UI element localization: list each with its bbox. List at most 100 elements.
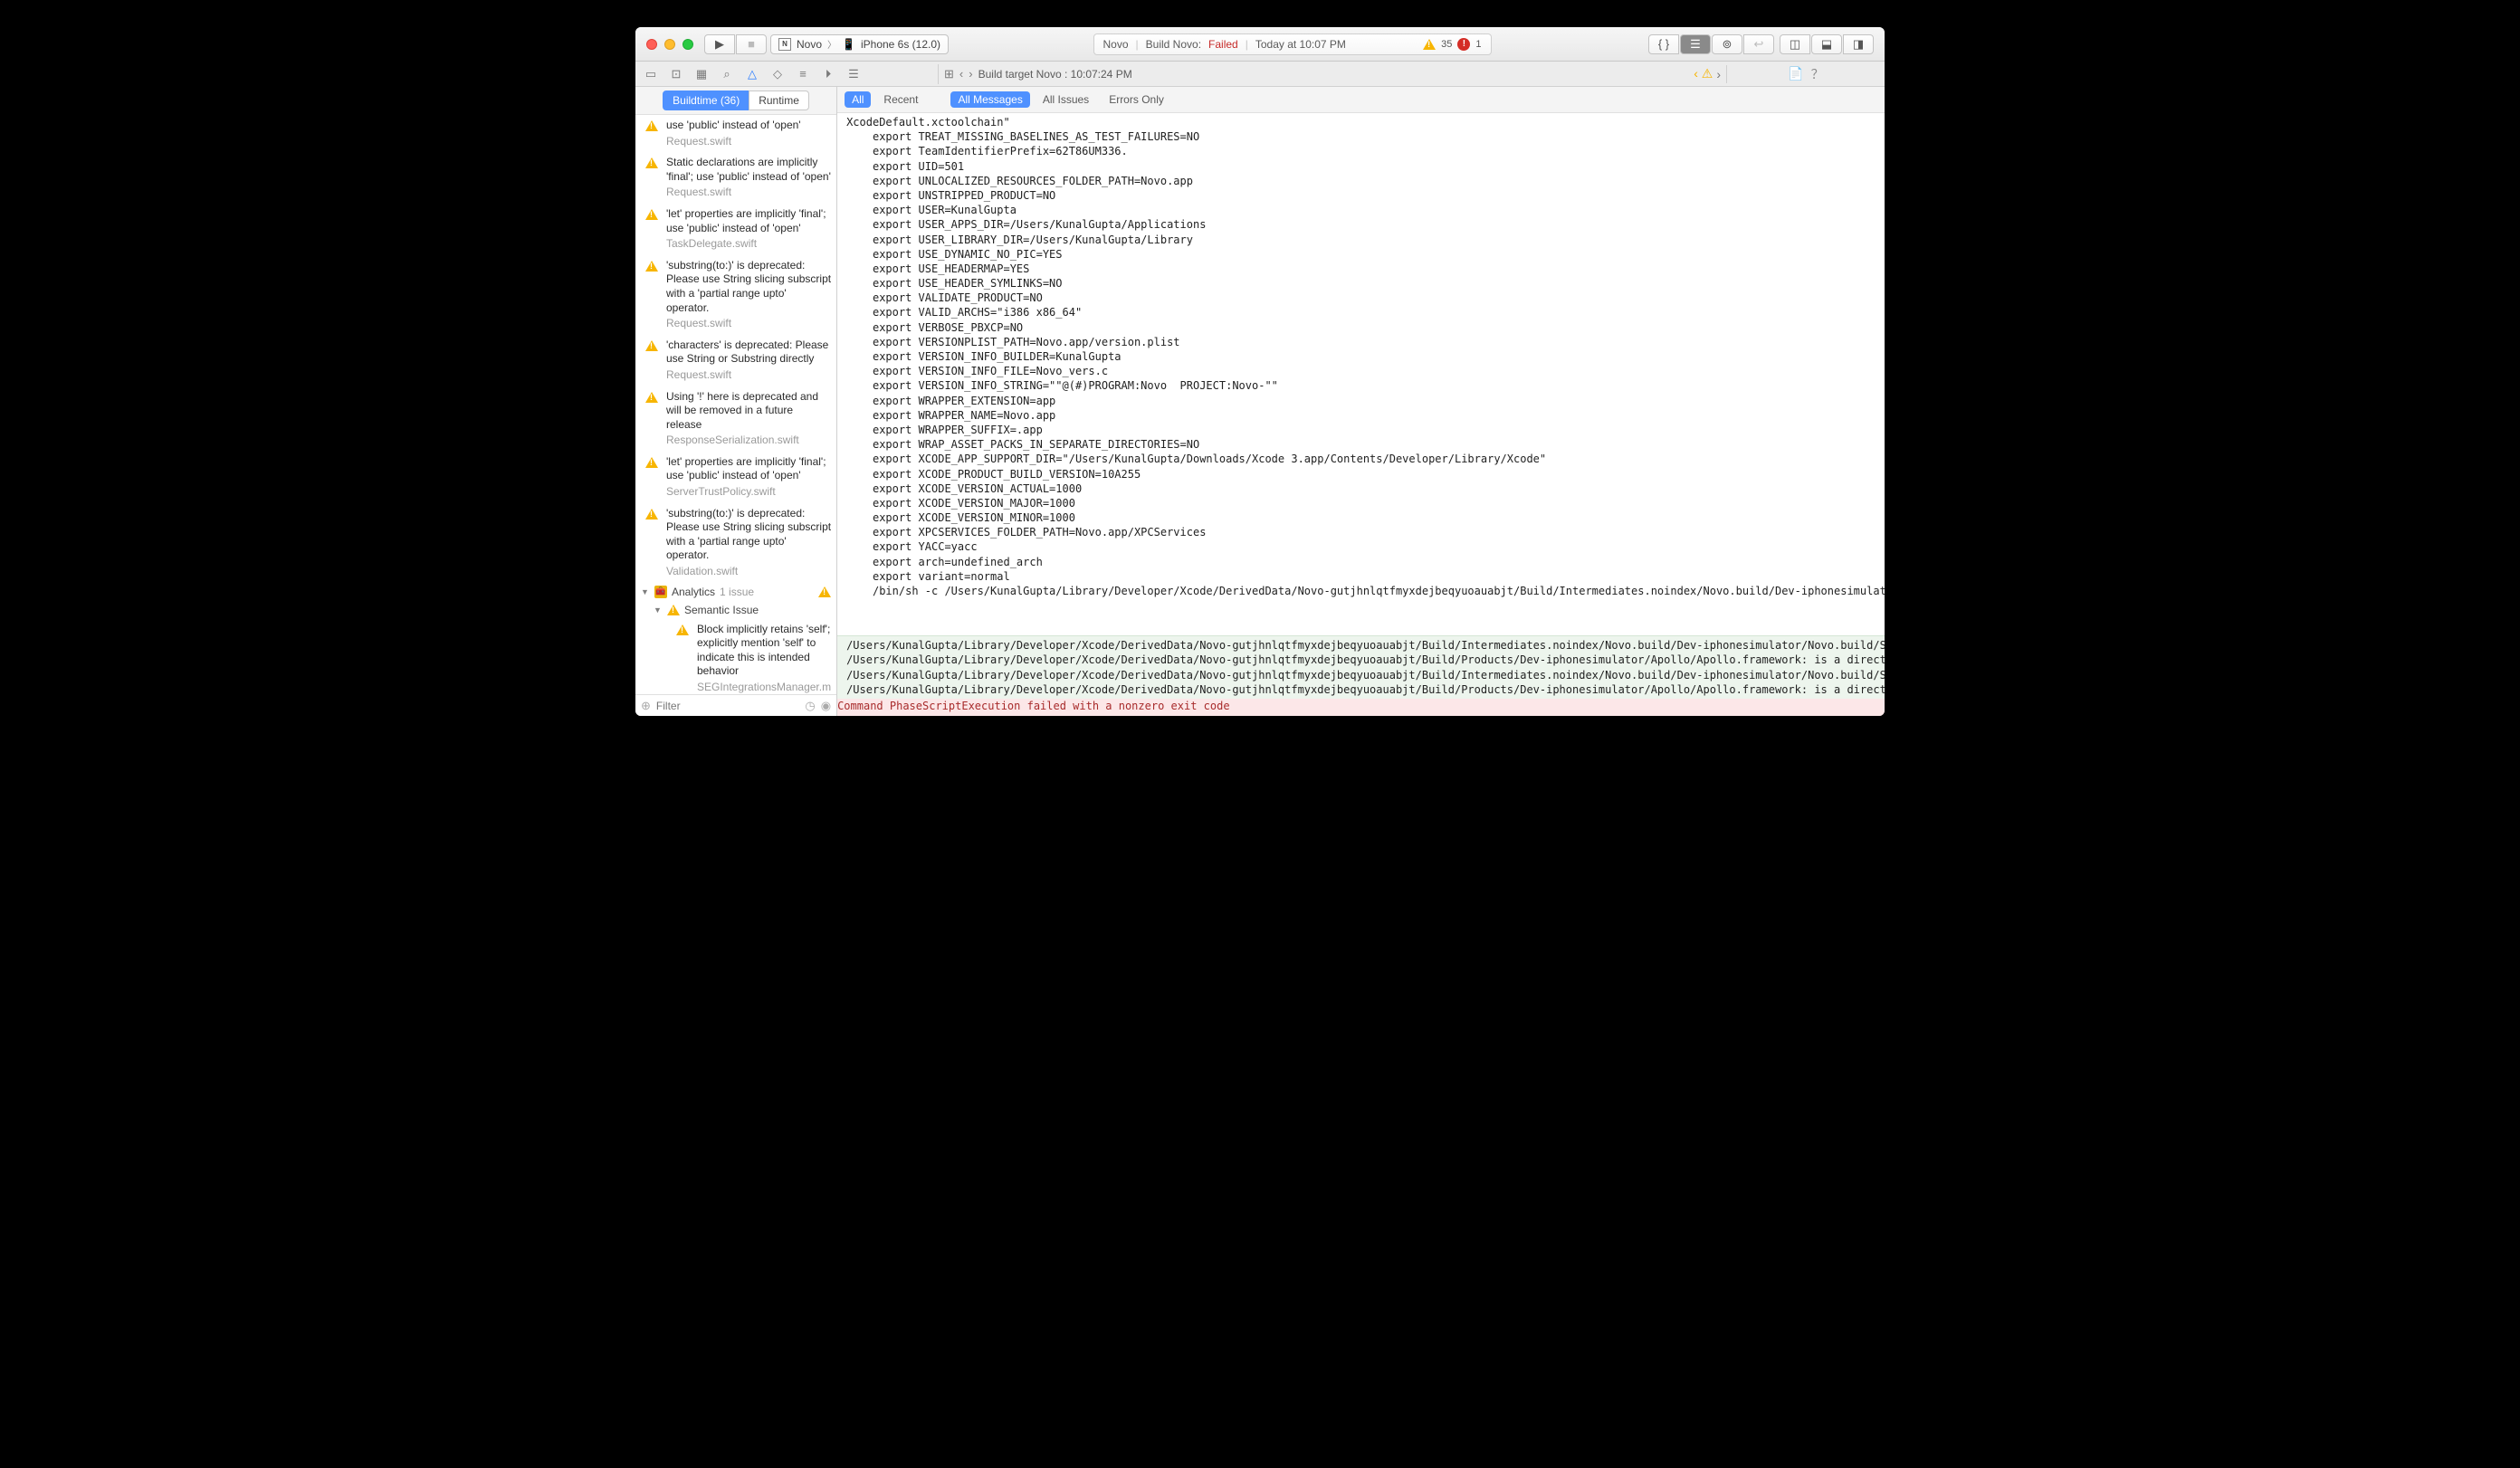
disclosure-icon: ▼ bbox=[641, 587, 650, 596]
minimize-window[interactable] bbox=[664, 39, 675, 50]
issue-item[interactable]: Static declarations are implicitly 'fina… bbox=[635, 152, 836, 204]
breadcrumb[interactable]: Build target Novo : 10:07:24 PM bbox=[978, 68, 1132, 81]
report-nav-tab[interactable]: ☰ bbox=[844, 64, 864, 84]
clock-icon[interactable]: ◷ bbox=[805, 699, 815, 713]
issue-item[interactable]: Block implicitly retains 'self'; explici… bbox=[635, 619, 836, 694]
warning-icon bbox=[676, 624, 689, 635]
toggle-inspector[interactable]: ◨ bbox=[1843, 34, 1874, 54]
nav-forward[interactable]: › bbox=[969, 67, 972, 81]
issue-list[interactable]: use 'public' instead of 'open'Request.sw… bbox=[635, 115, 836, 694]
editor-version[interactable]: ⊚ bbox=[1712, 34, 1742, 54]
editor-standard[interactable]: { } bbox=[1648, 34, 1679, 54]
runtime-segment[interactable]: Runtime bbox=[749, 91, 809, 110]
status-time: Today at 10:07 PM bbox=[1255, 38, 1346, 51]
issue-file: Validation.swift bbox=[666, 565, 831, 579]
issue-item[interactable]: use 'public' instead of 'open'Request.sw… bbox=[635, 115, 836, 152]
traffic-lights bbox=[646, 39, 693, 50]
editor-path-bar: ⊞ ‹ › Build target Novo : 10:07:24 PM ‹ … bbox=[939, 66, 1726, 81]
phone-icon: 📱 bbox=[842, 38, 855, 51]
issue-file: Request.swift bbox=[666, 317, 831, 331]
build-error-final[interactable]: Command PhaseScriptExecution failed with… bbox=[837, 699, 1885, 716]
issue-item[interactable]: 'substring(to:)' is deprecated: Please u… bbox=[635, 503, 836, 583]
issue-text: Static declarations are implicitly 'fina… bbox=[666, 156, 831, 184]
xcode-window: ▶ ■ N Novo 〉 📱 iPhone 6s (12.0) Novo | B… bbox=[635, 27, 1885, 716]
issue-text: Block implicitly retains 'self'; explici… bbox=[697, 623, 831, 679]
test-nav-tab[interactable]: ◇ bbox=[768, 64, 788, 84]
editor-area: All Recent All Messages All Issues Error… bbox=[837, 87, 1885, 716]
warning-icon bbox=[1423, 39, 1436, 50]
chevron-right-icon: 〉 bbox=[827, 37, 836, 51]
source-control-nav-tab[interactable]: ⊡ bbox=[666, 64, 686, 84]
run-button[interactable]: ▶ bbox=[704, 34, 735, 54]
status-pill[interactable]: Novo | Build Novo: Failed | Today at 10:… bbox=[1093, 33, 1492, 55]
titlebar: ▶ ■ N Novo 〉 📱 iPhone 6s (12.0) Novo | B… bbox=[635, 27, 1885, 62]
filter-all-issues[interactable]: All Issues bbox=[1036, 91, 1096, 108]
scheme-selector[interactable]: N Novo 〉 📱 iPhone 6s (12.0) bbox=[770, 34, 949, 54]
navigator-filter-input[interactable] bbox=[656, 700, 799, 712]
filter-errors-only[interactable]: Errors Only bbox=[1102, 91, 1171, 108]
related-items-icon[interactable]: ⊞ bbox=[944, 67, 954, 81]
run-stop-group: ▶ ■ bbox=[704, 34, 767, 54]
issue-file: SEGIntegrationsManager.m bbox=[697, 681, 831, 694]
issue-file: ServerTrustPolicy.swift bbox=[666, 485, 831, 500]
symbol-nav-tab[interactable]: ▦ bbox=[692, 64, 711, 84]
warning-icon bbox=[818, 586, 831, 597]
close-window[interactable] bbox=[646, 39, 657, 50]
toggle-debug[interactable]: ⬓ bbox=[1811, 34, 1842, 54]
issue-item[interactable]: 'let' properties are implicitly 'final';… bbox=[635, 452, 836, 503]
build-log-output[interactable]: XcodeDefault.xctoolchain" export TREAT_M… bbox=[837, 113, 1885, 635]
next-issue[interactable]: › bbox=[1716, 67, 1721, 81]
issue-file: TaskDelegate.swift bbox=[666, 237, 831, 252]
project-icon: N bbox=[778, 38, 791, 51]
nav-back[interactable]: ‹ bbox=[959, 67, 963, 81]
navigator-tab-bar: ▭ ⊡ ▦ ⌕ △ ◇ ≡ ⏵ ☰ bbox=[635, 64, 939, 84]
issue-text: Using '!' here is deprecated and will be… bbox=[666, 390, 831, 433]
zoom-window[interactable] bbox=[682, 39, 693, 50]
issue-nav-tab[interactable]: △ bbox=[742, 64, 762, 84]
warnings-count: 35 bbox=[1441, 39, 1452, 50]
editor-assistant[interactable]: ☰ bbox=[1680, 34, 1711, 54]
separator: | bbox=[1136, 38, 1139, 51]
filter-icon[interactable]: ⊕ bbox=[641, 699, 651, 713]
project-nav-tab[interactable]: ▭ bbox=[641, 64, 661, 84]
status-build-prefix: Build Novo: bbox=[1146, 38, 1201, 51]
scheme-device: iPhone 6s (12.0) bbox=[861, 38, 940, 51]
status-app: Novo bbox=[1103, 38, 1129, 51]
issue-item[interactable]: 'let' properties are implicitly 'final';… bbox=[635, 204, 836, 255]
breakpoint-nav-tab[interactable]: ⏵ bbox=[818, 64, 838, 84]
help-inspector-tab[interactable]: ？ bbox=[1811, 65, 1824, 83]
filter-all[interactable]: All bbox=[845, 91, 871, 108]
issue-scope-segment: Buildtime (36) Runtime bbox=[635, 87, 836, 115]
issue-text: 'let' properties are implicitly 'final';… bbox=[666, 207, 831, 235]
debug-nav-tab[interactable]: ≡ bbox=[793, 64, 813, 84]
log-filter-bar: All Recent All Messages All Issues Error… bbox=[837, 87, 1885, 113]
build-error-output[interactable]: /Users/KunalGupta/Library/Developer/Xcod… bbox=[837, 635, 1885, 699]
filter-all-messages[interactable]: All Messages bbox=[950, 91, 1029, 108]
warning-icon bbox=[645, 209, 658, 220]
filter-recent[interactable]: Recent bbox=[876, 91, 925, 108]
disclosure-icon: ▼ bbox=[654, 605, 663, 615]
warning-icon bbox=[667, 605, 680, 615]
issue-item[interactable]: 'substring(to:)' is deprecated: Please u… bbox=[635, 255, 836, 335]
separator: | bbox=[1246, 38, 1248, 51]
issue-file: Request.swift bbox=[666, 368, 831, 383]
issue-group[interactable]: ▼ Semantic Issue bbox=[635, 601, 836, 619]
group-label: Semantic Issue bbox=[684, 604, 759, 616]
scope-icon[interactable]: ◉ bbox=[821, 699, 831, 713]
stop-button[interactable]: ■ bbox=[736, 34, 767, 54]
prev-issue-warning-icon[interactable]: ‹ ⚠ bbox=[1694, 66, 1713, 81]
toggle-navigator[interactable]: ◫ bbox=[1780, 34, 1810, 54]
issue-file: Request.swift bbox=[666, 135, 831, 149]
issue-file: Request.swift bbox=[666, 186, 831, 200]
file-inspector-tab[interactable]: 📄 bbox=[1788, 66, 1803, 81]
editor-other[interactable]: ↩ bbox=[1743, 34, 1774, 54]
navigator: Buildtime (36) Runtime use 'public' inst… bbox=[635, 87, 837, 716]
buildtime-segment[interactable]: Buildtime (36) bbox=[663, 91, 749, 110]
navigator-filter-bar: ⊕ ◷ ◉ bbox=[635, 694, 836, 716]
issue-item[interactable]: 'characters' is deprecated: Please use S… bbox=[635, 335, 836, 386]
issue-item[interactable]: Using '!' here is deprecated and will be… bbox=[635, 386, 836, 452]
issue-group[interactable]: ▼🧰Analytics1 issue bbox=[635, 583, 836, 601]
warning-icon bbox=[645, 509, 658, 520]
find-nav-tab[interactable]: ⌕ bbox=[717, 64, 737, 84]
warning-icon bbox=[645, 392, 658, 403]
